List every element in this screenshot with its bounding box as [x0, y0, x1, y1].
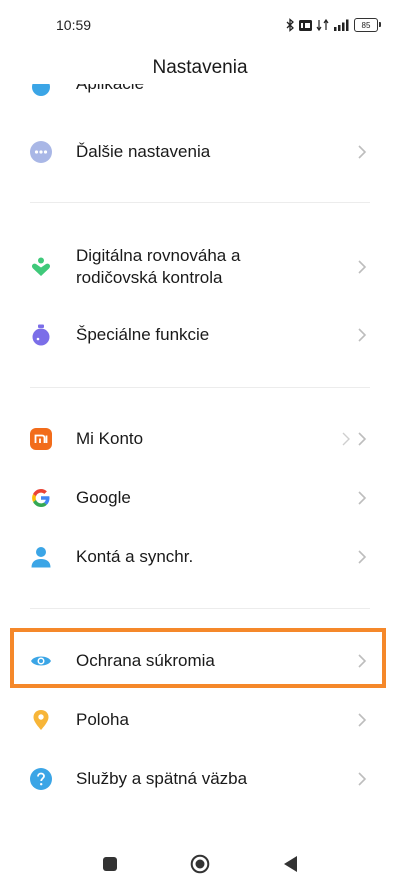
chevron-right-icon	[354, 549, 370, 565]
chevron-right-icon	[354, 144, 370, 160]
recents-button[interactable]	[100, 854, 120, 874]
settings-item-additional[interactable]: Ďalšie nastavenia	[0, 126, 400, 178]
settings-item-accounts-sync[interactable]: Kontá a synchr.	[0, 531, 400, 583]
person-icon	[30, 546, 52, 568]
hd-icon	[299, 19, 312, 31]
settings-item-location[interactable]: Poloha	[0, 694, 400, 746]
bluetooth-icon	[286, 18, 294, 32]
cell-signal-icon	[334, 19, 349, 31]
apps-icon	[32, 84, 50, 96]
settings-item-label: Aplikácie	[76, 84, 144, 94]
mi-logo-icon	[30, 428, 52, 450]
circle-home-icon	[190, 854, 210, 874]
settings-item-mi-account[interactable]: Mi Konto	[0, 413, 400, 465]
divider	[30, 202, 370, 203]
divider	[30, 608, 370, 609]
page-title: Nastavenia	[152, 57, 248, 78]
settings-item-google[interactable]: Google	[0, 472, 400, 524]
status-icons: 85	[286, 15, 381, 35]
chevron-right-icon	[354, 431, 370, 447]
heart-person-icon	[30, 256, 52, 278]
settings-item-label: Ďalšie nastavenia	[76, 142, 211, 161]
location-pin-icon	[30, 709, 52, 731]
divider	[30, 387, 370, 388]
back-button[interactable]	[280, 854, 300, 874]
chevron-right-icon	[354, 327, 370, 343]
settings-item-label: Mi Konto	[76, 429, 144, 448]
label-line-1: Digitálna rovnováha a	[76, 246, 241, 265]
triangle-back-icon	[284, 856, 297, 872]
settings-item-label: Digitálna rovnováha a rodičovská kontrol…	[76, 245, 240, 289]
chevron-right-icon	[338, 431, 354, 447]
settings-item-label: Služby a spätná väzba	[76, 769, 248, 788]
settings-item-label: Poloha	[76, 710, 129, 729]
settings-item-accessibility[interactable]: Špeciálne funkcie	[0, 309, 400, 361]
more-dots-icon	[30, 141, 52, 163]
settings-item-apps[interactable]: Aplikácie	[30, 84, 370, 102]
status-time: 10:59	[56, 17, 92, 33]
settings-item-label: Kontá a synchr.	[76, 547, 194, 566]
highlight-box	[10, 628, 386, 688]
square-icon	[103, 857, 117, 871]
settings-item-label: Špeciálne funkcie	[76, 325, 210, 344]
navigation-bar	[0, 840, 400, 889]
settings-item-feedback[interactable]: Služby a spätná väzba	[0, 753, 400, 805]
home-button[interactable]	[190, 854, 210, 874]
signal-4g-icon	[316, 18, 329, 32]
accessibility-icon	[30, 324, 52, 346]
google-icon	[30, 487, 52, 509]
battery-icon: 85	[354, 18, 381, 32]
label-line-2: rodičovská kontrola	[76, 268, 223, 287]
chevron-right-icon	[354, 490, 370, 506]
chevron-right-icon	[354, 259, 370, 275]
settings-item-label: Google	[76, 488, 131, 507]
settings-item-digital-wellbeing[interactable]: Digitálna rovnováha a rodičovská kontrol…	[0, 240, 400, 294]
chevron-right-icon	[354, 771, 370, 787]
status-bar: 10:59 85	[0, 0, 400, 50]
chevron-right-icon	[354, 712, 370, 728]
help-icon	[30, 768, 52, 790]
